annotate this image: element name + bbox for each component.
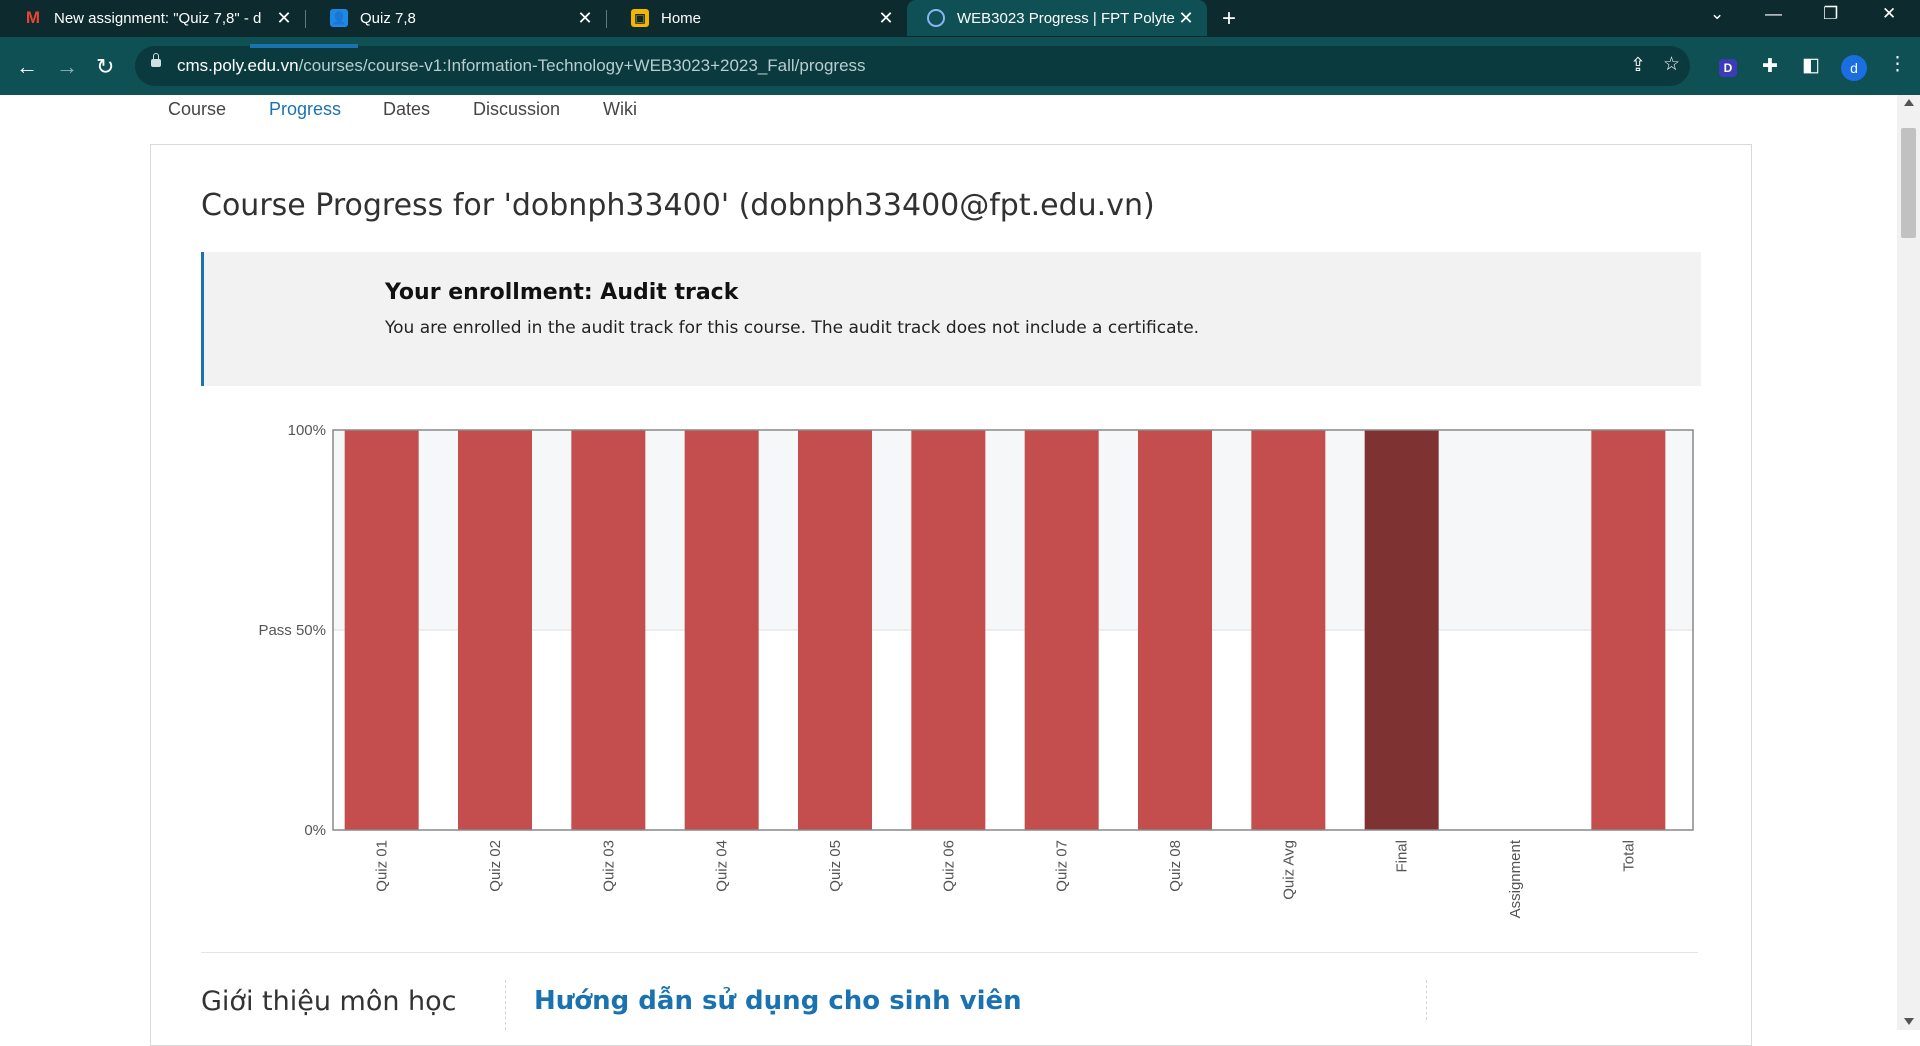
x-tick-label: Quiz 07 [1054,840,1071,892]
slides-icon: ▣ [631,9,649,27]
section-divider [201,952,1698,953]
page-scrollbar[interactable] [1897,95,1920,1030]
close-tab-icon[interactable]: ✕ [875,8,897,29]
bar [911,430,986,830]
url-host: cms.poly.edu.vn [177,56,299,75]
enrollment-text: You are enrolled in the audit track for … [385,318,1200,338]
gmail-icon: M [25,8,41,27]
y-tick-label: 0% [304,822,326,839]
course-intro-heading: Giới thiệu môn học [201,986,457,1017]
browser-tab-progress[interactable]: WEB3023 Progress | FPT Polytec ✕ [907,0,1207,36]
bar [1591,430,1666,830]
bookmark-star-icon[interactable]: ☆ [1663,53,1680,76]
url-text[interactable]: cms.poly.edu.vn/courses/course-v1:Inform… [177,56,866,76]
page-title: Course Progress for 'dobnph33400' (dobnp… [201,188,1155,223]
close-window-button[interactable]: ✕ [1882,4,1896,24]
enrollment-notice: Your enrollment: Audit track You are enr… [201,252,1701,386]
tab-title: Quiz 7,8 [360,9,416,27]
x-tick-label: Quiz 02 [487,840,504,892]
bar [1364,430,1439,830]
x-tick-label: Quiz 04 [714,840,731,892]
loading-icon [927,9,945,27]
bar [1024,430,1099,830]
above-pass-band [333,430,1693,630]
restore-button[interactable]: ❐ [1823,4,1838,24]
grade-chart-svg: 0% Pass 50% 100% Quiz 01 Quiz 02 Quiz 03 Quiz … [258,422,1694,918]
tab-search-chevron-icon[interactable]: ⌄ [1710,4,1724,24]
x-tick-label: Quiz 03 [600,840,617,892]
url-path: /courses/course-v1:Information-Technolog… [298,56,866,75]
bar [1251,430,1326,830]
y-tick-label: Pass 50% [258,622,326,639]
classroom-icon: 👤 [330,9,348,27]
tab-title: WEB3023 Progress | FPT Polytec [957,9,1175,27]
x-tick-label: Quiz 06 [940,840,957,892]
student-guide-link[interactable]: Hướng dẫn sử dụng cho sinh viên [534,986,1022,1016]
tab-title: Home [661,9,702,27]
tab-progress[interactable]: Progress [269,99,341,120]
bar [458,430,532,830]
lock-icon[interactable] [151,53,161,67]
menu-kebab-icon[interactable]: ⋮ [1888,53,1907,76]
bar [344,430,419,830]
enrollment-title: Your enrollment: Audit track [385,280,739,305]
scroll-up-arrow-icon[interactable] [1904,99,1914,106]
x-tick-label: Quiz 08 [1167,840,1184,892]
tab-dates[interactable]: Dates [383,99,430,120]
tab-discussion[interactable]: Discussion [473,99,560,120]
side-panel-icon[interactable]: ◧ [1802,54,1820,77]
grade-chart: 0% Pass 50% 100% Quiz 01 Quiz 02 Quiz 03 Quiz … [230,415,1700,935]
new-tab-button[interactable]: + [1222,5,1236,33]
address-bar[interactable]: cms.poly.edu.vn/courses/course-v1:Inform… [135,46,1690,86]
tab-course[interactable]: Course [168,99,226,120]
x-tick-label: Final [1394,840,1411,873]
bar [684,430,759,830]
browser-tab-strip: M New assignment: "Quiz 7,8" - d ✕ 👤 Qui… [0,0,1920,37]
x-tick-label: Quiz Avg [1280,840,1297,900]
active-tab-indicator [250,44,358,48]
back-arrow-icon[interactable]: ← [16,54,38,80]
close-tab-icon[interactable]: ✕ [1175,8,1197,29]
column-separator [505,980,506,1030]
tab-title: New assignment: "Quiz 7,8" - d [54,9,262,27]
x-tick-label: Quiz 01 [374,840,391,892]
scroll-down-arrow-icon[interactable] [1904,1018,1914,1025]
forward-arrow-icon[interactable]: → [56,54,78,80]
extensions-puzzle-icon[interactable]: ✚ [1762,55,1778,78]
close-tab-icon[interactable]: ✕ [273,8,295,29]
extension-d-icon[interactable]: D [1719,59,1737,77]
close-tab-icon[interactable]: ✕ [574,8,596,29]
bar [798,430,872,830]
bar [571,430,646,830]
browser-tab-gmail[interactable]: M New assignment: "Quiz 7,8" - d ✕ [0,0,305,36]
profile-avatar[interactable]: d [1841,55,1867,81]
x-tick-label: Quiz 05 [827,840,844,892]
y-tick-label: 100% [288,422,326,439]
browser-tab-classroom[interactable]: 👤 Quiz 7,8 ✕ [306,0,606,36]
reload-icon[interactable]: ↻ [96,54,114,80]
x-tick-label: Total [1620,840,1637,872]
x-tick-label: Assignment [1507,839,1524,918]
column-separator [1426,980,1427,1020]
minimize-button[interactable]: — [1765,4,1782,24]
scroll-thumb[interactable] [1901,128,1916,238]
tab-wiki[interactable]: Wiki [603,99,637,120]
share-icon[interactable]: ⇪ [1630,54,1646,77]
bar [1138,430,1212,830]
browser-tab-home[interactable]: ▣ Home ✕ [607,0,907,36]
